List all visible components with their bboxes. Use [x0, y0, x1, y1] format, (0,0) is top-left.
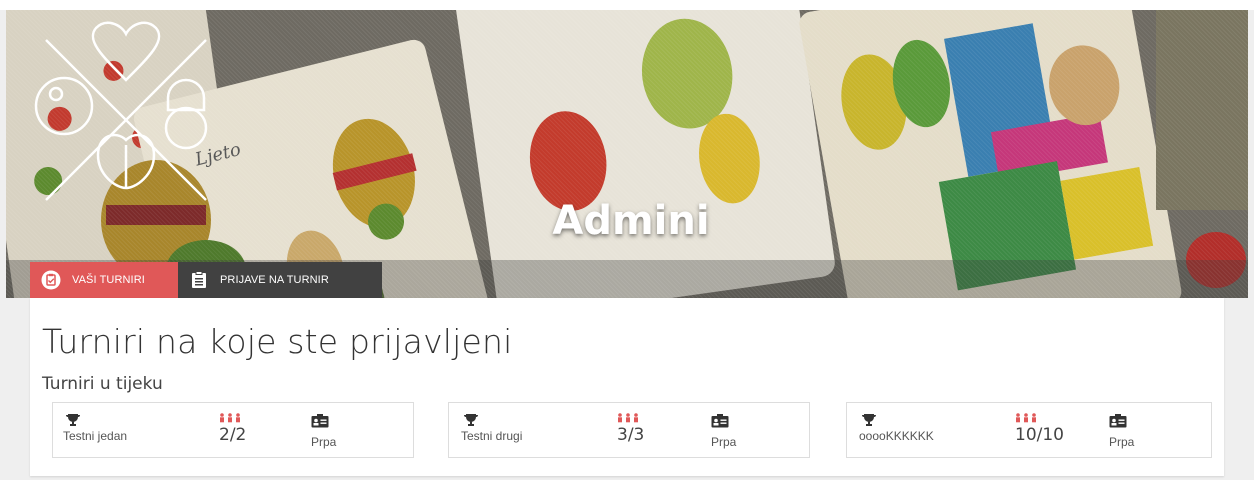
tab-prijave-na-turnir[interactable]: PRIJAVE NA TURNIR — [178, 262, 382, 298]
game-type: Prpa — [1109, 435, 1135, 449]
id-card-icon — [711, 414, 729, 428]
page-heading: Admini — [552, 198, 710, 244]
clipboard-list-icon — [188, 269, 210, 291]
id-card-icon — [311, 414, 329, 428]
players-count: 10/10 — [1015, 425, 1064, 445]
tournament-card[interactable]: Testni drugi 3/3 Prpa — [448, 402, 810, 458]
players-icon — [1016, 413, 1036, 423]
tournament-name-column: Testni drugi — [461, 403, 571, 459]
tournament-card[interactable]: Testni jedan 2/2 Prpa — [52, 402, 414, 458]
game-type: Prpa — [711, 435, 737, 449]
players-column: 2/2 — [219, 403, 279, 459]
clipboard-check-icon — [40, 269, 62, 291]
tab-vasi-turniri[interactable]: VAŠI TURNIRI — [30, 262, 178, 298]
tournament-name: Testni drugi — [461, 429, 523, 443]
trophy-icon — [862, 414, 876, 426]
players-icon — [618, 413, 638, 423]
section-subtitle: Turniri u tijeku — [42, 374, 163, 394]
game-type: Prpa — [311, 435, 337, 449]
tab-label: VAŠI TURNIRI — [72, 274, 145, 286]
game-type-column: Prpa — [1109, 403, 1169, 459]
tab-label: PRIJAVE NA TURNIR — [220, 274, 329, 286]
tournament-name-column: Testni jedan — [63, 403, 173, 459]
game-type-column: Prpa — [311, 403, 371, 459]
page: Ljeto — [0, 0, 1254, 480]
trophy-icon — [66, 414, 80, 426]
players-count: 2/2 — [219, 425, 247, 445]
players-icon — [220, 413, 240, 423]
players-count: 3/3 — [617, 425, 645, 445]
game-type-column: Prpa — [711, 403, 771, 459]
id-card-icon — [1109, 414, 1127, 428]
tournament-name: Testni jedan — [63, 429, 128, 443]
players-column: 3/3 — [617, 403, 677, 459]
hero-banner: Ljeto — [6, 10, 1248, 298]
tournament-name-column: ooooKKKKKK — [859, 403, 979, 459]
tournaments-panel: Turniri na koje ste prijavljeni Turniri … — [30, 298, 1224, 476]
trophy-icon — [464, 414, 478, 426]
tournament-name: ooooKKKKKK — [859, 429, 934, 443]
card-suits-logo — [34, 21, 208, 201]
tournament-card[interactable]: ooooKKKKKK 10/10 Prpa — [846, 402, 1212, 458]
tab-bar: VAŠI TURNIRI PRIJAVE NA TURNIR — [30, 262, 382, 298]
section-title: Turniri na koje ste prijavljeni — [42, 322, 513, 361]
players-column: 10/10 — [1015, 403, 1085, 459]
